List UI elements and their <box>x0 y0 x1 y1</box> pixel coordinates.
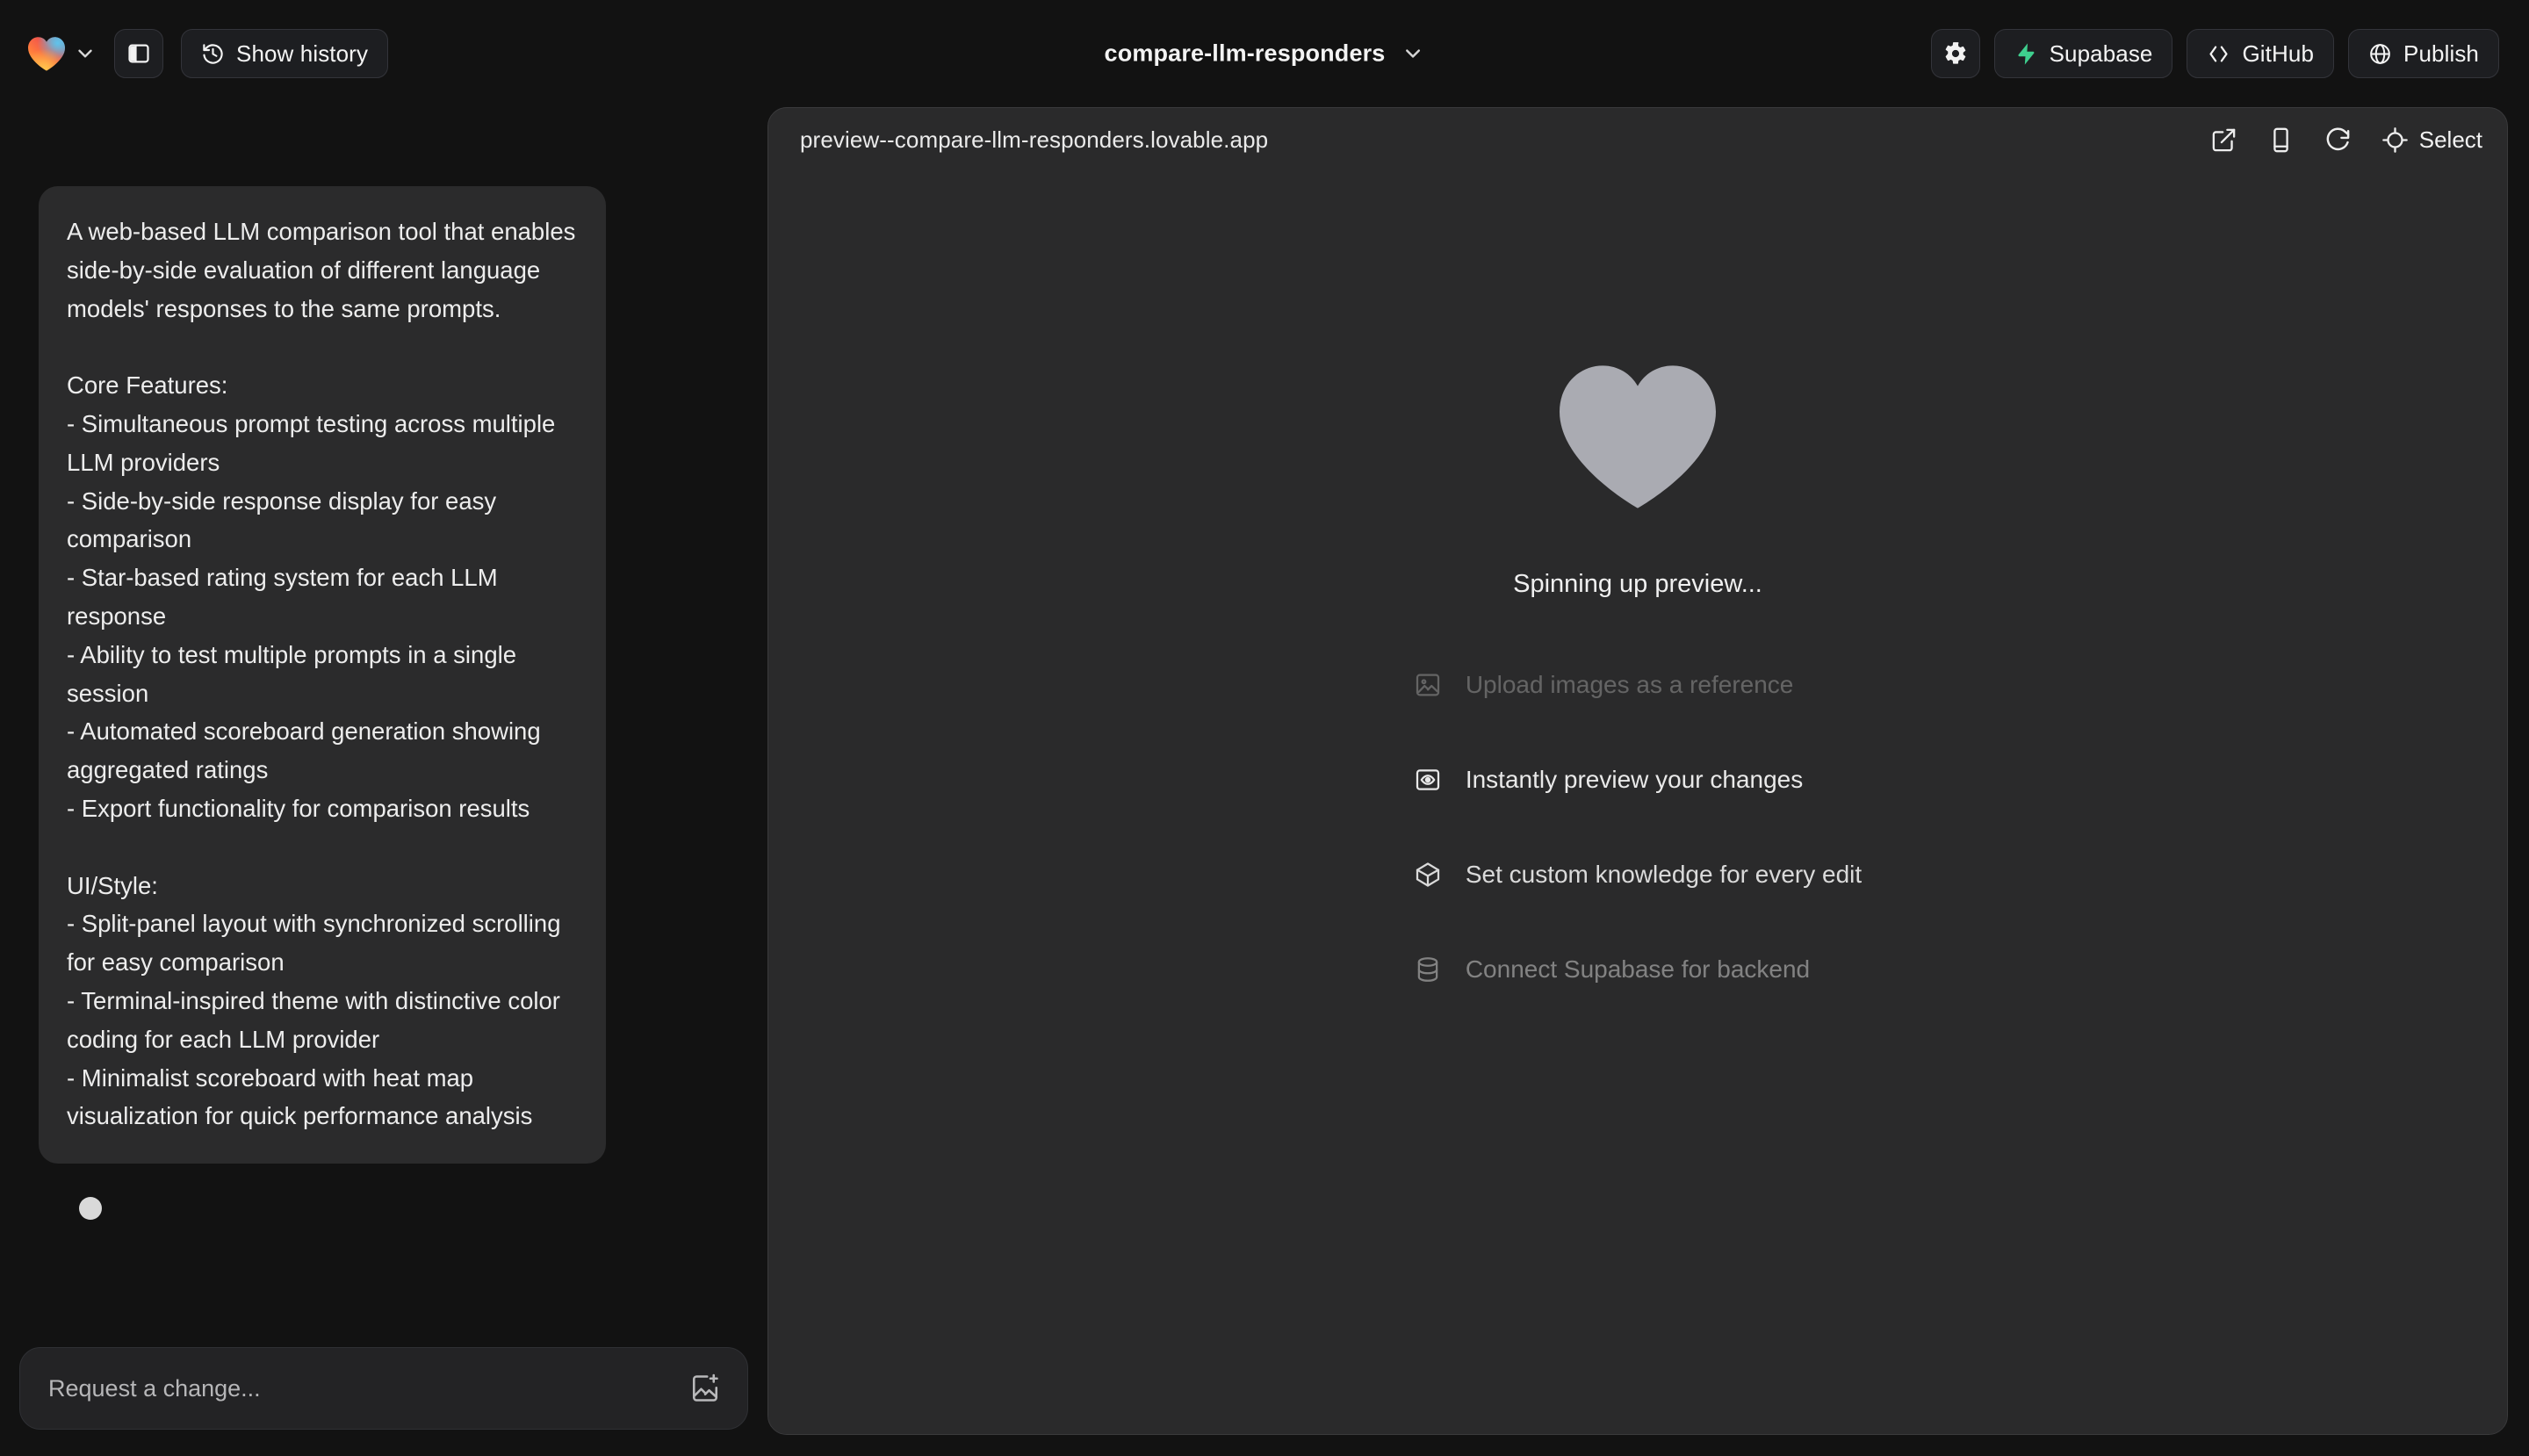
page-title: compare-llm-responders <box>1104 40 1386 67</box>
supabase-button[interactable]: Supabase <box>1993 29 2173 78</box>
history-clock-icon <box>203 43 223 64</box>
chat-composer[interactable]: Request a change... <box>19 1347 748 1430</box>
top-bar-right-group: Supabase GitHub Publish <box>1930 29 2499 78</box>
image-icon <box>1416 674 1439 696</box>
assistant-message-bubble: A web-based LLM comparison tool that ena… <box>39 186 606 1164</box>
sidebar-toggle-button[interactable] <box>114 29 163 78</box>
publish-button[interactable]: Publish <box>2348 29 2499 78</box>
preview-loading-state: Spinning up preview... Upload images as … <box>768 171 2507 1434</box>
hint-instant-preview[interactable]: Instantly preview your changes <box>1414 732 1862 827</box>
lovable-app-window: Show history compare-llm-responders Supa… <box>0 0 2529 1456</box>
preview-actions: Select <box>2210 126 2482 154</box>
chat-input-placeholder[interactable]: Request a change... <box>48 1375 689 1402</box>
project-title-menu[interactable]: compare-llm-responders <box>1105 40 1425 68</box>
top-bar: Show history compare-llm-responders Supa… <box>0 0 2529 107</box>
composer-wrapper: Request a change... <box>0 1347 767 1456</box>
preview-hints-list: Upload images as a reference Instantly p… <box>1414 638 1862 1017</box>
external-link-icon[interactable] <box>2210 126 2237 154</box>
github-label: GitHub <box>2242 40 2315 67</box>
settings-button[interactable] <box>1930 29 1980 78</box>
github-button[interactable]: GitHub <box>2187 29 2335 78</box>
lovable-logo-menu[interactable] <box>26 35 97 72</box>
chevron-down-icon <box>78 49 92 58</box>
hint-upload-images[interactable]: Upload images as a reference <box>1414 638 1862 732</box>
code-brackets-icon <box>2209 46 2229 61</box>
loading-dot-indicator <box>79 1197 102 1221</box>
eye-preview-icon <box>1416 769 1439 790</box>
supabase-bolt-icon <box>2018 42 2035 65</box>
lovable-heart-logo <box>28 37 65 71</box>
hint-label: Connect Supabase for backend <box>1465 955 1811 983</box>
globe-icon <box>2370 43 2390 64</box>
chevron-down-icon <box>1405 49 1420 58</box>
preview-toolbar: preview--compare-llm-responders.lovable.… <box>768 108 2507 171</box>
show-history-label: Show history <box>236 40 369 67</box>
top-bar-left-group: Show history <box>26 29 389 78</box>
select-label: Select <box>2418 126 2482 153</box>
preview-url[interactable]: preview--compare-llm-responders.lovable.… <box>800 126 1268 154</box>
gear-icon <box>1945 42 1965 64</box>
hint-label: Set custom knowledge for every edit <box>1465 861 1863 888</box>
hint-label: Upload images as a reference <box>1465 671 1794 698</box>
hint-connect-supabase[interactable]: Connect Supabase for backend <box>1414 922 1862 1017</box>
chat-message-list[interactable]: A web-based LLM comparison tool that ena… <box>0 107 767 1347</box>
show-history-button[interactable]: Show history <box>181 29 389 78</box>
knowledge-box-icon <box>1416 862 1439 887</box>
hint-custom-knowledge[interactable]: Set custom knowledge for every edit <box>1414 827 1862 922</box>
hint-label: Instantly preview your changes <box>1465 766 1804 793</box>
lovable-heart-gray-icon <box>1560 365 1716 508</box>
refresh-icon[interactable] <box>2324 126 2352 154</box>
crosshair-icon <box>2381 126 2408 153</box>
select-element-button[interactable]: Select <box>2381 126 2482 154</box>
publish-label: Publish <box>2403 40 2479 67</box>
add-image-icon[interactable] <box>689 1373 721 1404</box>
panel-left-icon <box>128 44 149 63</box>
preview-status-text: Spinning up preview... <box>1513 570 1762 598</box>
main-area: A web-based LLM comparison tool that ena… <box>0 107 2529 1456</box>
supabase-label: Supabase <box>2049 40 2153 67</box>
preview-panel: preview--compare-llm-responders.lovable.… <box>767 107 2508 1435</box>
mobile-device-icon[interactable] <box>2267 126 2295 154</box>
chat-panel: A web-based LLM comparison tool that ena… <box>0 107 767 1456</box>
database-icon <box>1417 957 1438 982</box>
